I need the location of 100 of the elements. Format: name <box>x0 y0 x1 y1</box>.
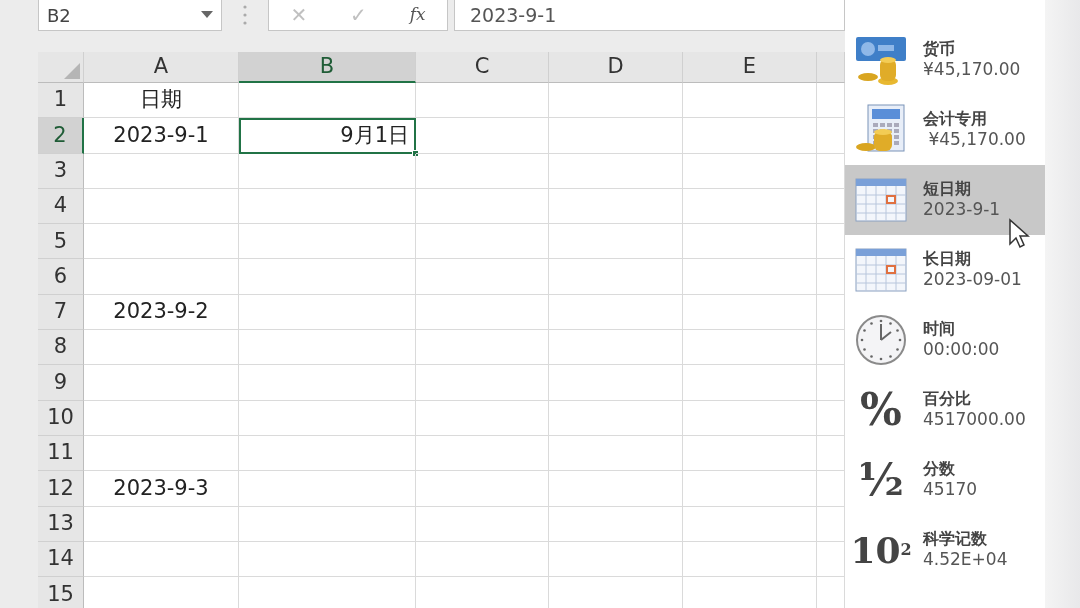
cell[interactable] <box>416 471 549 507</box>
grip-icon[interactable] <box>242 4 248 26</box>
cell[interactable]: 日期 <box>84 83 239 119</box>
select-all-icon[interactable] <box>64 63 80 79</box>
cell[interactable] <box>84 365 239 401</box>
dropdown-caret-icon[interactable] <box>201 11 213 19</box>
format-menu-item[interactable]: 短日期 2023-9-1 <box>845 165 1045 235</box>
cell[interactable] <box>84 541 239 578</box>
format-menu-item[interactable]: 时间 00:00:00 <box>845 305 1045 375</box>
row-header[interactable]: 12 <box>38 471 84 507</box>
row-header[interactable]: 2 <box>38 118 84 154</box>
cell[interactable] <box>239 435 416 472</box>
cell[interactable] <box>549 506 683 542</box>
cell[interactable] <box>549 400 683 436</box>
cell[interactable] <box>84 188 239 225</box>
cell[interactable] <box>416 153 549 189</box>
cell[interactable] <box>84 506 239 542</box>
cell[interactable] <box>84 153 239 189</box>
cell[interactable] <box>239 259 416 295</box>
cell[interactable] <box>549 435 683 472</box>
column-header[interactable] <box>817 52 845 83</box>
row-header[interactable]: 7 <box>38 294 84 331</box>
cell[interactable]: 9月1日 <box>239 118 416 154</box>
cell[interactable] <box>683 471 817 507</box>
cell[interactable] <box>416 400 549 436</box>
cell[interactable] <box>239 188 416 225</box>
formula-field[interactable]: 2023-9-1 <box>454 0 845 31</box>
cell[interactable] <box>84 400 239 436</box>
row-header[interactable]: 13 <box>38 506 84 542</box>
cell[interactable] <box>549 83 683 119</box>
cell[interactable] <box>549 188 683 225</box>
cell[interactable] <box>239 365 416 401</box>
insert-function-button[interactable]: fx <box>403 2 432 28</box>
format-menu-item[interactable]: % 百分比 4517000.00 <box>845 375 1045 445</box>
row-header[interactable]: 4 <box>38 188 84 225</box>
column-header[interactable]: A <box>84 52 239 83</box>
row-header[interactable]: 3 <box>38 153 84 189</box>
cell[interactable] <box>239 541 416 578</box>
cell[interactable] <box>549 294 683 331</box>
cell[interactable] <box>683 83 817 119</box>
cell[interactable]: 2023-9-2 <box>84 294 239 331</box>
row-header[interactable]: 14 <box>38 541 84 578</box>
cell[interactable] <box>239 83 416 119</box>
cell[interactable] <box>549 365 683 401</box>
cell[interactable] <box>416 294 549 331</box>
row-header[interactable]: 9 <box>38 365 84 401</box>
cell[interactable] <box>549 330 683 366</box>
cell[interactable] <box>239 506 416 542</box>
format-menu-item[interactable]: 长日期 2023-09-01 <box>845 235 1045 305</box>
format-menu-item[interactable]: ½ 分数 45170 <box>845 445 1045 515</box>
cell[interactable] <box>239 330 416 366</box>
fill-handle[interactable] <box>412 149 419 157</box>
format-menu-item[interactable]: 货币 ¥45,170.00 <box>845 25 1045 95</box>
cell[interactable] <box>239 471 416 507</box>
cell[interactable] <box>416 506 549 542</box>
cell[interactable] <box>416 435 549 472</box>
cell[interactable] <box>239 153 416 189</box>
cell[interactable] <box>416 188 549 225</box>
cell[interactable] <box>84 259 239 295</box>
cell[interactable] <box>84 435 239 472</box>
cell[interactable] <box>416 541 549 578</box>
column-header[interactable]: E <box>683 52 817 83</box>
format-menu-item[interactable]: 10$^{2}$ 科学记数 4.52E+04 <box>845 515 1045 585</box>
cell[interactable] <box>683 506 817 542</box>
cell[interactable] <box>683 330 817 366</box>
cell[interactable] <box>683 541 817 578</box>
cell[interactable] <box>416 118 549 154</box>
cell[interactable] <box>549 224 683 260</box>
cell[interactable] <box>683 153 817 189</box>
cell[interactable] <box>549 153 683 189</box>
cell[interactable] <box>549 118 683 154</box>
row-header[interactable]: 11 <box>38 435 84 472</box>
cell[interactable] <box>549 541 683 578</box>
format-menu-item[interactable]: 会计专用 ¥45,170.00 <box>845 95 1045 165</box>
name-box[interactable]: B2 <box>38 0 222 31</box>
cell[interactable] <box>683 118 817 154</box>
cell[interactable]: 2023-9-1 <box>84 118 239 154</box>
cell[interactable] <box>683 259 817 295</box>
cell[interactable] <box>683 188 817 225</box>
cell[interactable] <box>84 330 239 366</box>
row-header[interactable]: 10 <box>38 400 84 436</box>
row-header[interactable]: 5 <box>38 224 84 260</box>
row-header[interactable]: 15 <box>38 577 84 608</box>
cell[interactable] <box>683 435 817 472</box>
cell[interactable] <box>416 365 549 401</box>
cell[interactable] <box>683 400 817 436</box>
column-header[interactable]: B <box>239 52 416 83</box>
cell[interactable] <box>84 224 239 260</box>
cell[interactable] <box>549 471 683 507</box>
cell[interactable] <box>239 400 416 436</box>
cell[interactable] <box>683 294 817 331</box>
cell[interactable] <box>416 330 549 366</box>
row-header[interactable]: 8 <box>38 330 84 366</box>
column-header[interactable]: C <box>416 52 549 83</box>
cell[interactable] <box>683 365 817 401</box>
cell[interactable]: 2023-9-3 <box>84 471 239 507</box>
cell[interactable] <box>239 294 416 331</box>
row-header[interactable]: 6 <box>38 259 84 295</box>
cell[interactable] <box>549 259 683 295</box>
cell[interactable] <box>416 224 549 260</box>
